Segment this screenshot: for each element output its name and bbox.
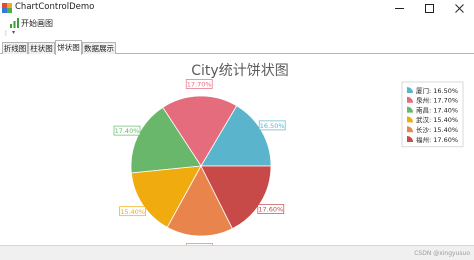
data-label-1: 17.70% <box>185 79 213 89</box>
data-label-text: 16.50% <box>260 122 285 130</box>
legend-text: 福州: 17.60% <box>416 135 458 144</box>
legend-text: 泉州: 17.70% <box>416 96 458 105</box>
pie-chart: 16.50%17.70%17.40%15.40%15.40%17.60% 厦门:… <box>113 79 464 253</box>
data-label-text: 17.70% <box>187 81 212 89</box>
data-label-3: 15.40% <box>119 206 146 217</box>
legend-text: 南昌: 17.40% <box>416 105 458 114</box>
legend-text: 长沙: 15.40% <box>416 125 458 134</box>
data-label-text: 17.60% <box>258 206 283 214</box>
legend-text: 厦门: 16.50% <box>416 86 458 95</box>
data-label-2: 17.40% <box>113 125 141 136</box>
data-label-0: 16.50% <box>258 120 286 131</box>
status-bar: CSDN @xingyusuo <box>0 245 474 260</box>
data-label-text: 15.40% <box>120 208 145 216</box>
watermark-text: CSDN @xingyusuo <box>414 250 470 257</box>
data-label-text: 17.40% <box>115 127 140 135</box>
app-window: ChartControlDemo 开始画图 ⋮ ▾ 折线图 柱状图 饼状图 数据… <box>0 0 474 260</box>
legend-text: 武汉: 15.40% <box>416 115 458 124</box>
data-label-5: 17.60% <box>257 204 285 214</box>
